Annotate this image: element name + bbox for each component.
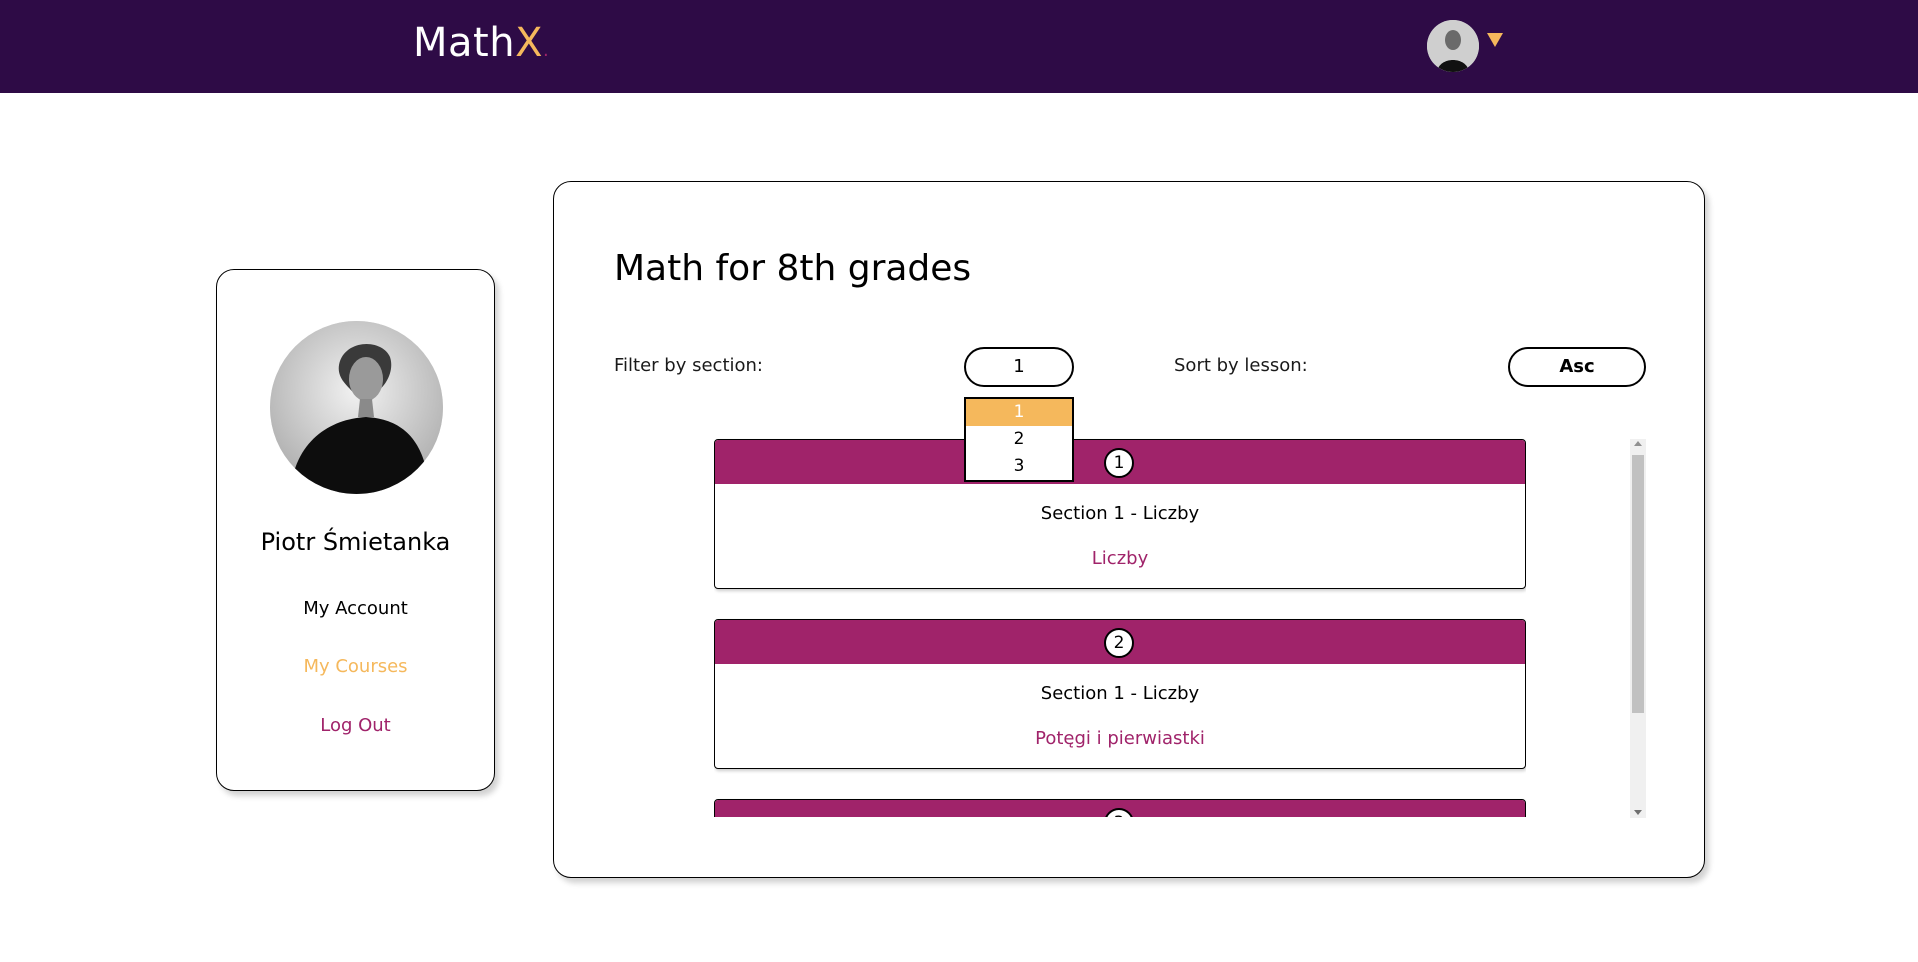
logo-accent: X [515,20,543,66]
user-photo-icon [270,321,443,494]
logo-dot: . [542,40,550,61]
lesson-list-scrollbar[interactable] [1630,439,1646,818]
lesson-card[interactable]: 2 Section 1 - Liczby Potęgi i pierwiastk… [714,619,1526,769]
lesson-number-badge: 2 [1104,628,1134,658]
lesson-header: 3 [715,800,1525,817]
scroll-up-arrow-icon[interactable] [1634,441,1642,446]
user-avatar-icon [1427,20,1479,72]
lesson-card[interactable]: 1 Section 1 - Liczby Liczby [714,439,1526,589]
header-avatar[interactable] [1427,20,1479,72]
profile-sidebar: Piotr Śmietanka My Account My Courses Lo… [216,269,495,791]
section-filter-dropdown: 1 2 3 [964,397,1074,482]
scroll-thumb[interactable] [1632,455,1644,713]
lesson-card[interactable]: 3 [714,799,1526,817]
section-option-3[interactable]: 3 [966,453,1072,480]
course-title: Math for 8th grades [614,248,972,289]
lesson-header: 1 [715,440,1525,484]
caret-down-icon[interactable] [1487,33,1503,47]
lesson-number-badge: 1 [1104,448,1134,478]
user-name: Piotr Śmietanka [260,528,451,556]
my-courses-link[interactable]: My Courses [217,656,494,677]
sort-label: Sort by lesson: [1174,355,1308,376]
top-navbar: MathX. [0,0,1918,93]
sort-order-button[interactable]: Asc [1508,347,1646,387]
lesson-topic-link[interactable]: Potęgi i pierwiastki [715,728,1525,749]
scroll-down-arrow-icon[interactable] [1634,810,1642,815]
lesson-header: 2 [715,620,1525,664]
section-filter-select[interactable]: 1 [964,347,1074,387]
lesson-number-badge: 3 [1104,808,1134,817]
mathx-logo[interactable]: MathX. [413,20,549,66]
log-out-link[interactable]: Log Out [217,715,494,736]
filter-label: Filter by section: [614,355,763,376]
course-panel: Math for 8th grades Filter by section: 1… [553,181,1705,878]
section-option-2[interactable]: 2 [966,426,1072,453]
section-option-1[interactable]: 1 [966,399,1072,426]
lesson-section: Section 1 - Liczby [1040,503,1200,524]
profile-avatar [270,321,443,494]
my-account-link[interactable]: My Account [217,598,494,619]
lesson-topic-link[interactable]: Liczby [715,548,1525,569]
lesson-list[interactable]: 1 Section 1 - Liczby Liczby 2 Section 1 … [714,437,1526,817]
lesson-section: Section 1 - Liczby [1040,683,1200,704]
logo-text: Math [413,20,516,66]
